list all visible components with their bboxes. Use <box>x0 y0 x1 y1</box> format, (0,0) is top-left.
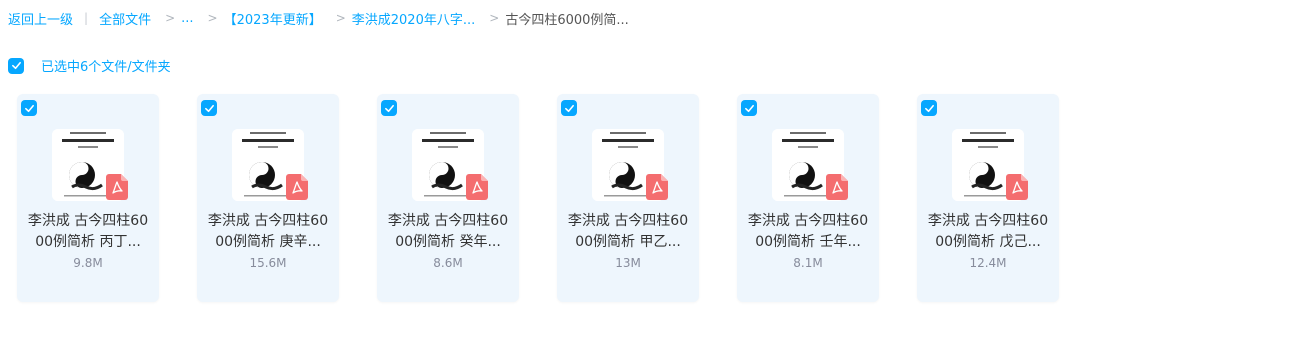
breadcrumb-current: 古今四柱6000例简... <box>505 12 629 28</box>
file-checkbox[interactable] <box>921 100 937 116</box>
file-name-line1: 李洪成 古今四柱60 <box>207 213 329 229</box>
file-card[interactable]: 李洪成 古今四柱60 00例简析 丙丁... 9.8M <box>17 94 159 302</box>
file-name-line2: 00例简析 壬年... <box>755 234 861 250</box>
file-size: 15.6M <box>249 256 287 270</box>
check-icon <box>564 104 574 112</box>
chevron-right-icon: > <box>165 11 176 25</box>
file-checkbox[interactable] <box>21 100 37 116</box>
file-checkbox[interactable] <box>381 100 397 116</box>
pdf-icon <box>646 174 668 200</box>
file-name-line1: 李洪成 古今四柱60 <box>747 213 869 229</box>
file-card[interactable]: 李洪成 古今四柱60 00例简析 戊己... 12.4M <box>917 94 1059 302</box>
file-card[interactable]: 李洪成 古今四柱60 00例简析 壬年... 8.1M <box>737 94 879 302</box>
file-checkbox[interactable] <box>201 100 217 116</box>
file-name-line1: 李洪成 古今四柱60 <box>567 213 689 229</box>
breadcrumb-ellipsis[interactable]: ... <box>181 11 193 26</box>
file-name: 李洪成 古今四柱60 00例简析 癸年... <box>381 211 515 253</box>
file-checkbox[interactable] <box>561 100 577 116</box>
back-link[interactable]: 返回上一级 <box>8 9 73 28</box>
selection-bar: 已选中6个文件/文件夹 <box>8 56 171 75</box>
file-name: 李洪成 古今四柱60 00例简析 戊己... <box>921 211 1055 253</box>
select-all-checkbox[interactable] <box>8 57 24 74</box>
check-icon <box>384 104 394 112</box>
all-files-link[interactable]: 全部文件 <box>99 9 151 28</box>
check-icon <box>924 104 934 112</box>
chevron-right-icon: > <box>335 11 346 25</box>
file-checkbox[interactable] <box>741 100 757 116</box>
pdf-icon <box>106 174 128 200</box>
file-name-line2: 00例简析 甲乙... <box>575 234 681 250</box>
file-name-line1: 李洪成 古今四柱60 <box>27 213 149 229</box>
file-card[interactable]: 李洪成 古今四柱60 00例简析 庚辛... 15.6M <box>197 94 339 302</box>
file-name-line1: 李洪成 古今四柱60 <box>387 213 509 229</box>
file-card[interactable]: 李洪成 古今四柱60 00例简析 癸年... 8.6M <box>377 94 519 302</box>
pdf-icon <box>1006 174 1028 200</box>
file-name-line2: 00例简析 庚辛... <box>215 234 321 250</box>
file-name-line2: 00例简析 丙丁... <box>35 234 141 250</box>
file-thumbnail <box>412 129 488 201</box>
file-name: 李洪成 古今四柱60 00例简析 壬年... <box>741 211 875 253</box>
breadcrumb-folder-lihongcheng[interactable]: 李洪成2020年八字... <box>352 9 475 28</box>
check-icon <box>11 61 21 70</box>
check-icon <box>24 104 34 112</box>
file-name: 李洪成 古今四柱60 00例简析 庚辛... <box>201 211 335 253</box>
file-size: 8.1M <box>793 256 823 270</box>
breadcrumb-divider: | <box>84 11 89 25</box>
selection-count-label: 已选中6个文件/文件夹 <box>41 60 171 75</box>
file-thumbnail <box>592 129 668 201</box>
pdf-icon <box>466 174 488 200</box>
file-thumbnail <box>952 129 1028 201</box>
file-thumbnail <box>52 129 128 201</box>
pdf-icon <box>826 174 848 200</box>
breadcrumb-folder-2023[interactable]: 【2023年更新】 <box>224 9 322 28</box>
file-size: 8.6M <box>433 256 463 270</box>
file-name-line2: 00例简析 癸年... <box>395 234 501 250</box>
chevron-right-icon: > <box>207 11 218 25</box>
file-thumbnail <box>232 129 308 201</box>
file-card[interactable]: 李洪成 古今四柱60 00例简析 甲乙... 13M <box>557 94 699 302</box>
breadcrumb: 返回上一级 | 全部文件 > ... > 【2023年更新】 > 李洪成2020… <box>8 8 629 28</box>
file-name-line2: 00例简析 戊己... <box>935 234 1041 250</box>
file-name-line1: 李洪成 古今四柱60 <box>927 213 1049 229</box>
file-size: 9.8M <box>73 256 103 270</box>
file-name: 李洪成 古今四柱60 00例简析 丙丁... <box>21 211 155 253</box>
file-size: 12.4M <box>969 256 1007 270</box>
check-icon <box>744 104 754 112</box>
chevron-right-icon: > <box>489 11 500 25</box>
file-size: 13M <box>615 256 641 270</box>
file-name: 李洪成 古今四柱60 00例简析 甲乙... <box>561 211 695 253</box>
pdf-icon <box>286 174 308 200</box>
file-thumbnail <box>772 129 848 201</box>
check-icon <box>204 104 214 112</box>
